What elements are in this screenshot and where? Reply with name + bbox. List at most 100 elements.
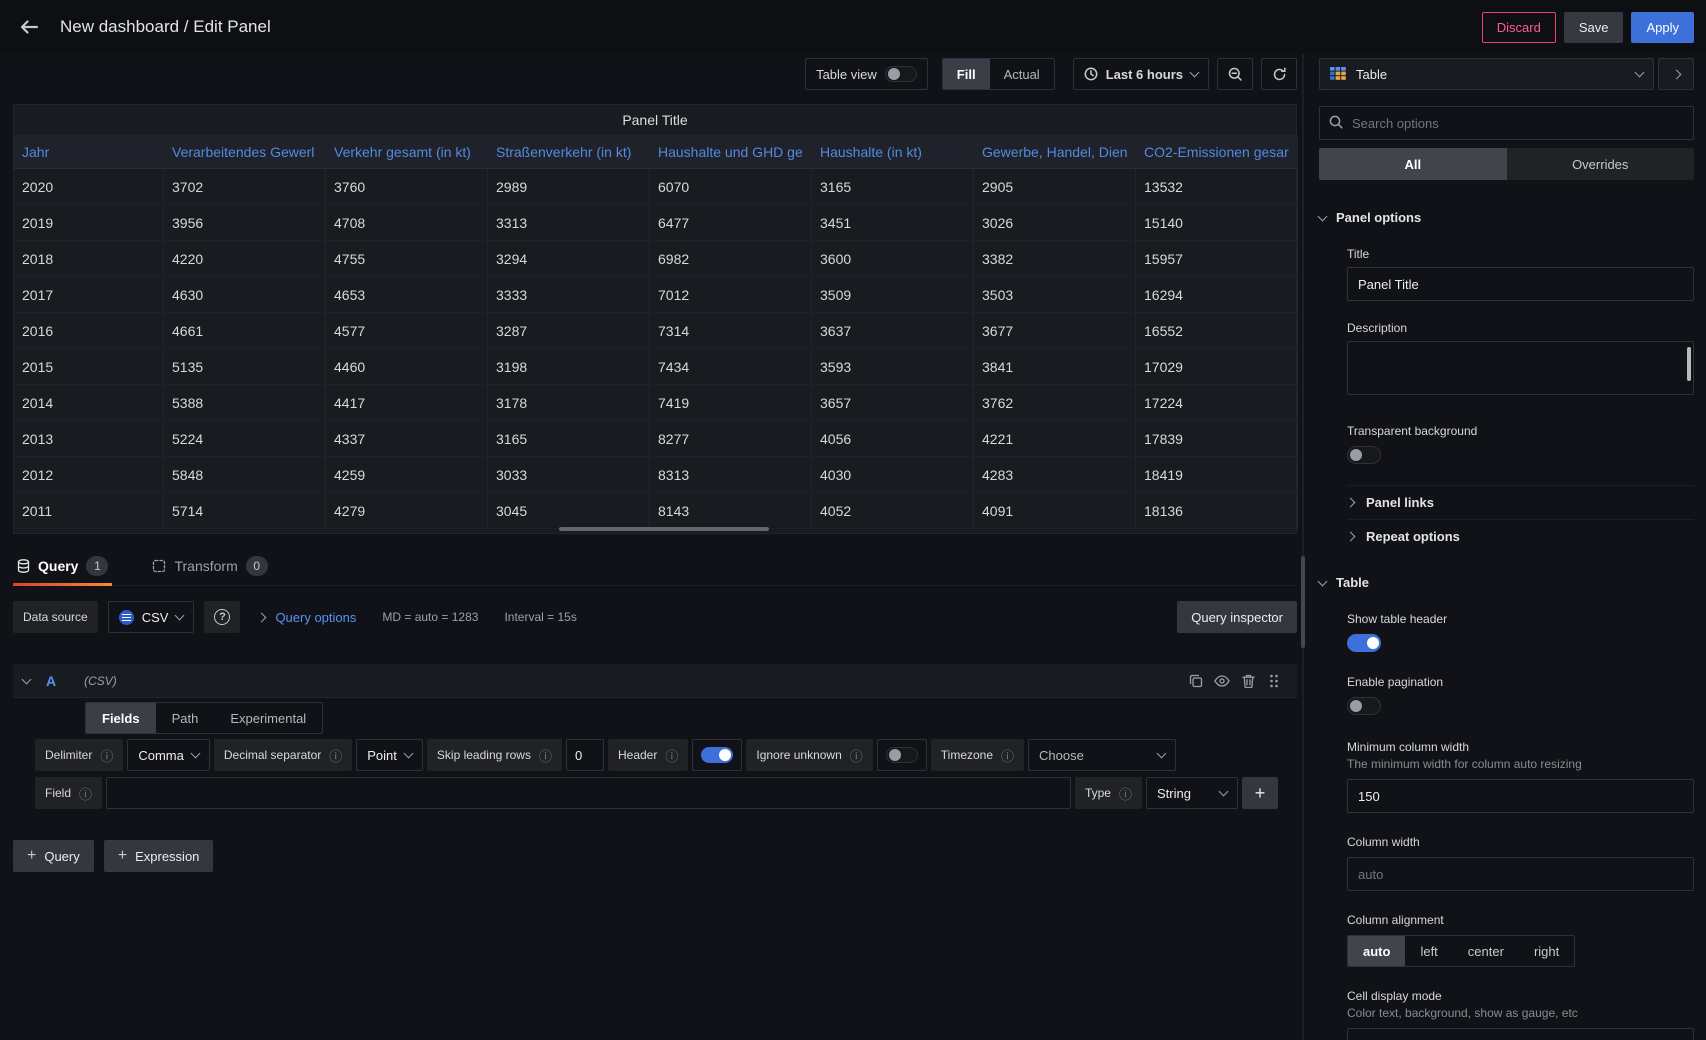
- actual-segment[interactable]: Actual: [990, 59, 1054, 89]
- query-options-expander[interactable]: Query options: [258, 610, 356, 625]
- decimal-separator-select[interactable]: Point: [356, 739, 423, 771]
- column-header[interactable]: Verarbeitendes Gewerl: [164, 135, 326, 169]
- add-field-button[interactable]: +: [1242, 777, 1278, 809]
- back-button[interactable]: [12, 10, 46, 44]
- panel-options-section-header[interactable]: Panel options: [1319, 210, 1694, 225]
- timezone-select[interactable]: Choose: [1028, 739, 1176, 771]
- transparent-background-toggle[interactable]: [1347, 446, 1381, 464]
- ignore-unknown-toggle[interactable]: [886, 747, 918, 763]
- description-field-label: Description: [1347, 321, 1694, 335]
- skip-leading-rows-input[interactable]: [566, 739, 604, 771]
- repeat-options-section-header[interactable]: Repeat options: [1347, 519, 1694, 553]
- table-horizontal-scrollbar[interactable]: [559, 527, 769, 531]
- type-select[interactable]: String: [1146, 777, 1238, 809]
- enable-pagination-toggle[interactable]: [1347, 697, 1381, 715]
- column-header[interactable]: Jahr: [14, 135, 164, 169]
- tab-experimental[interactable]: Experimental: [214, 703, 322, 733]
- delimiter-label: Delimiterⓘ: [35, 739, 123, 771]
- datasource-value: CSV: [142, 610, 169, 625]
- description-scrollbar[interactable]: [1687, 347, 1691, 381]
- refresh-button[interactable]: [1261, 58, 1297, 90]
- info-icon[interactable]: ⓘ: [850, 746, 863, 765]
- query-editor-header[interactable]: A (CSV): [13, 664, 1297, 698]
- column-header[interactable]: Verkehr gesamt (in kt): [326, 135, 488, 169]
- table-cell: 4708: [326, 205, 488, 241]
- cell-display-mode-select[interactable]: Auto: [1347, 1028, 1694, 1040]
- table-cell: 3045: [488, 493, 650, 529]
- query-inspector-button[interactable]: Query inspector: [1177, 601, 1297, 633]
- duplicate-query-button[interactable]: [1183, 669, 1209, 693]
- column-width-input[interactable]: [1347, 857, 1694, 891]
- save-button[interactable]: Save: [1564, 12, 1624, 43]
- time-range-picker[interactable]: Last 6 hours: [1073, 58, 1209, 90]
- alignment-right[interactable]: right: [1519, 936, 1574, 966]
- table-cell: 2016: [14, 313, 164, 349]
- column-header[interactable]: Gewerbe, Handel, Dien: [974, 135, 1136, 169]
- tab-all[interactable]: All: [1319, 148, 1507, 180]
- info-icon[interactable]: ⓘ: [79, 784, 92, 803]
- info-icon[interactable]: ⓘ: [100, 746, 113, 765]
- info-icon[interactable]: ⓘ: [1119, 784, 1132, 803]
- table-cell: 6982: [650, 241, 812, 277]
- plus-icon: +: [118, 847, 127, 865]
- panel-toolbar: Table view Fill Actual Last 6 hours: [13, 58, 1297, 90]
- column-header[interactable]: Haushalte (in kt): [812, 135, 974, 169]
- table-panel[interactable]: Panel Title JahrVerarbeitendes GewerlVer…: [13, 104, 1297, 534]
- chevron-down-icon: [1318, 576, 1328, 586]
- transform-icon: [152, 559, 166, 573]
- table-cell: 3637: [812, 313, 974, 349]
- table-cell: 4755: [326, 241, 488, 277]
- datasource-help-button[interactable]: ?: [204, 601, 240, 633]
- add-expression-button[interactable]: + Expression: [104, 840, 214, 872]
- delete-query-button[interactable]: [1235, 669, 1261, 693]
- discard-button[interactable]: Discard: [1482, 12, 1556, 43]
- table-view-toggle[interactable]: [885, 66, 917, 82]
- info-icon[interactable]: ⓘ: [329, 746, 342, 765]
- chevron-down-icon: [190, 749, 200, 759]
- zoom-out-button[interactable]: [1217, 58, 1253, 90]
- plus-icon: +: [27, 847, 36, 865]
- info-icon[interactable]: ⓘ: [665, 746, 678, 765]
- column-header[interactable]: Haushalte und GHD ge: [650, 135, 812, 169]
- chevron-down-icon: [1219, 787, 1229, 797]
- table-cell: 16552: [1136, 313, 1298, 349]
- alignment-center[interactable]: center: [1453, 936, 1519, 966]
- tab-path[interactable]: Path: [156, 703, 215, 733]
- hide-query-button[interactable]: [1209, 669, 1235, 693]
- datasource-picker[interactable]: CSV: [108, 601, 195, 633]
- panel-links-section-header[interactable]: Panel links: [1347, 485, 1694, 519]
- field-name-input[interactable]: [106, 777, 1071, 809]
- delimiter-select[interactable]: Comma: [127, 739, 210, 771]
- table-cell: 3702: [164, 169, 326, 205]
- top-bar: New dashboard / Edit Panel Discard Save …: [0, 0, 1706, 54]
- info-icon[interactable]: ⓘ: [1001, 746, 1014, 765]
- min-column-width-input[interactable]: [1347, 779, 1694, 813]
- panel-title: Panel Title: [14, 105, 1296, 135]
- tab-transform[interactable]: Transform 0: [148, 550, 271, 582]
- column-header[interactable]: Straßenverkehr (in kt): [488, 135, 650, 169]
- column-header[interactable]: CO2-Emissionen gesar: [1136, 135, 1298, 169]
- datasource-label: Data source: [13, 601, 98, 633]
- visualization-picker[interactable]: Table: [1319, 58, 1654, 90]
- table-section-header[interactable]: Table: [1319, 575, 1694, 590]
- add-query-button[interactable]: + Query: [13, 840, 94, 872]
- info-icon[interactable]: ⓘ: [539, 746, 552, 765]
- tab-query-label: Query: [38, 558, 78, 574]
- panel-title-input[interactable]: [1347, 267, 1694, 301]
- apply-button[interactable]: Apply: [1631, 12, 1694, 43]
- tab-query[interactable]: Query 1: [13, 550, 112, 582]
- options-pane-scrollbar[interactable]: [1301, 556, 1305, 648]
- drag-handle-icon[interactable]: [1261, 669, 1287, 693]
- panel-description-textarea[interactable]: [1347, 341, 1694, 395]
- header-toggle[interactable]: [701, 747, 733, 763]
- collapse-options-button[interactable]: [1658, 58, 1694, 90]
- collapse-query-icon[interactable]: [22, 674, 32, 684]
- alignment-left[interactable]: left: [1405, 936, 1452, 966]
- fill-segment[interactable]: Fill: [943, 59, 990, 89]
- tab-fields[interactable]: Fields: [86, 703, 156, 733]
- tab-overrides[interactable]: Overrides: [1507, 148, 1695, 180]
- alignment-auto[interactable]: auto: [1348, 936, 1405, 966]
- table-cell: 3026: [974, 205, 1136, 241]
- search-options-input[interactable]: [1319, 106, 1694, 140]
- show-table-header-toggle[interactable]: [1347, 634, 1381, 652]
